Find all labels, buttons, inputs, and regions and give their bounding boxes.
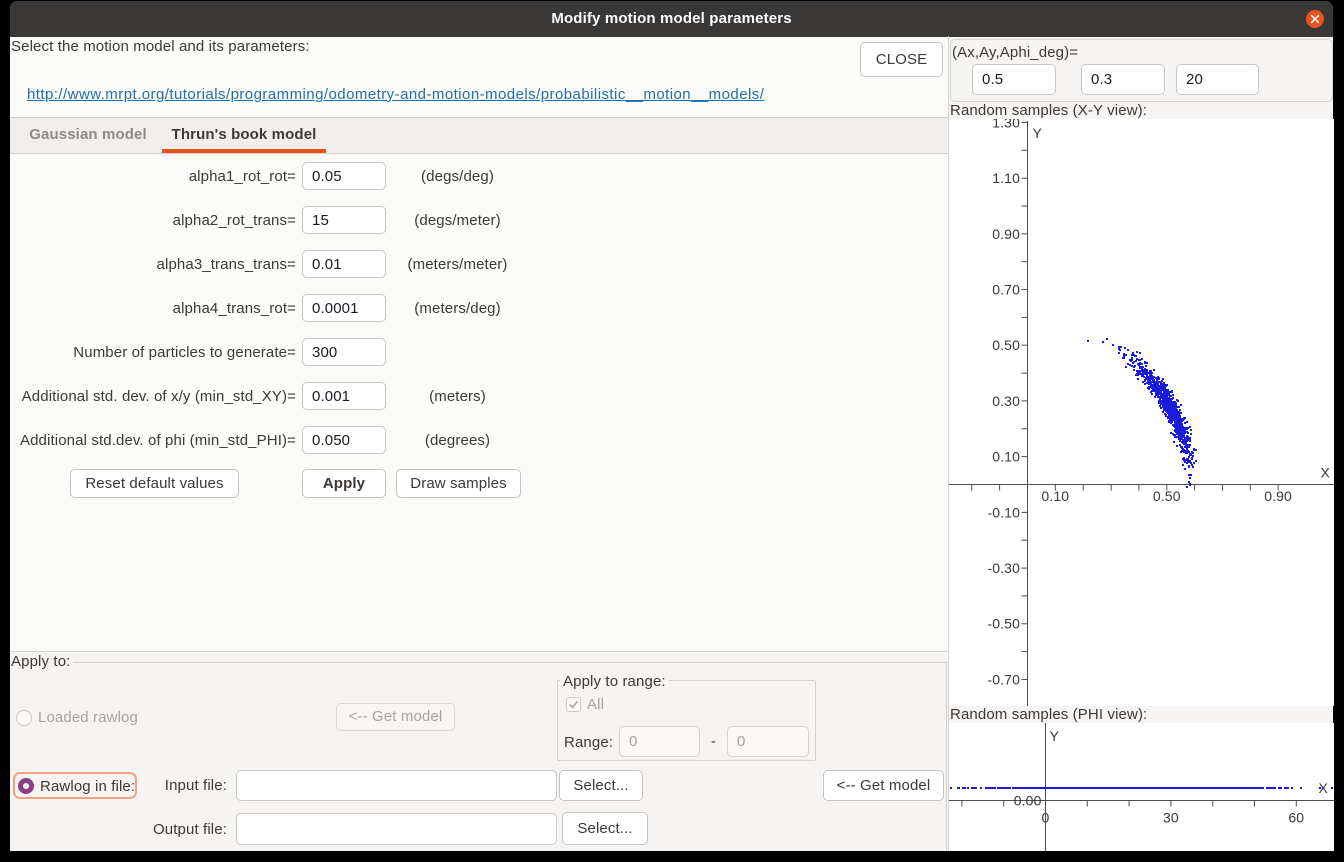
svg-text:0.50: 0.50 — [992, 337, 1020, 353]
svg-text:-0.10: -0.10 — [987, 504, 1020, 520]
svg-text:0.10: 0.10 — [1041, 488, 1069, 504]
svg-text:0.70: 0.70 — [992, 282, 1020, 298]
svg-text:0.00: 0.00 — [1014, 793, 1042, 809]
svg-text:1.10: 1.10 — [992, 170, 1020, 186]
svg-text:0: 0 — [1042, 810, 1050, 826]
svg-text:0.90: 0.90 — [992, 226, 1020, 242]
svg-text:-0.30: -0.30 — [987, 560, 1020, 576]
svg-text:30: 30 — [1163, 810, 1179, 826]
svg-text:-0.70: -0.70 — [987, 671, 1020, 687]
svg-text:0.30: 0.30 — [992, 393, 1020, 409]
svg-text:0.50: 0.50 — [1153, 488, 1181, 504]
svg-text:0.90: 0.90 — [1264, 488, 1292, 504]
svg-text:Y: Y — [1050, 728, 1060, 744]
svg-text:0.10: 0.10 — [992, 449, 1020, 465]
svg-text:60: 60 — [1288, 810, 1304, 826]
svg-text:-0.50: -0.50 — [987, 616, 1020, 632]
svg-text:Y: Y — [1033, 125, 1043, 141]
svg-text:X: X — [1321, 465, 1331, 481]
svg-text:1.30: 1.30 — [992, 119, 1020, 130]
